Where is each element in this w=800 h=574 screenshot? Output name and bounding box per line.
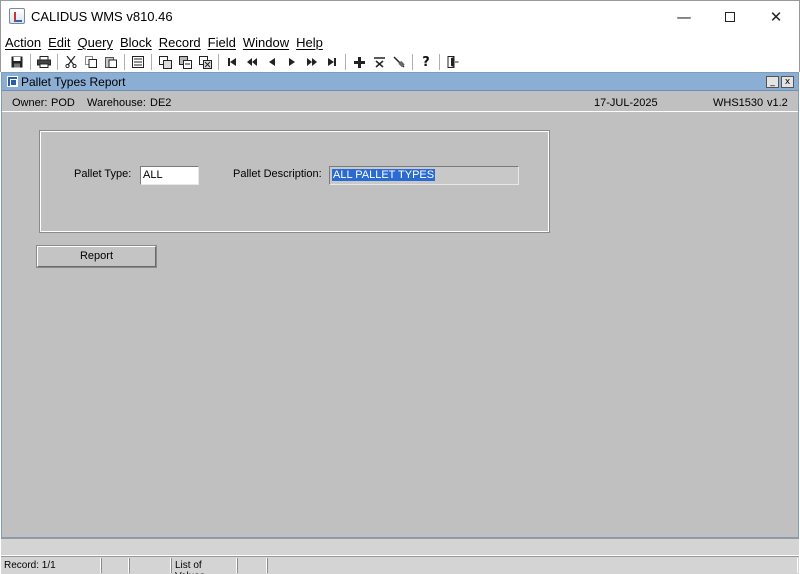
help-icon: ?: [422, 54, 430, 70]
scissors-icon: [65, 56, 77, 68]
toolbar: ?: [0, 52, 800, 72]
exit-button[interactable]: [443, 53, 463, 71]
paste-icon: [105, 57, 117, 68]
cut-button[interactable]: [61, 53, 81, 71]
pallet-type-input[interactable]: ALL: [140, 166, 199, 185]
menu-record[interactable]: Record: [159, 35, 201, 50]
menu-block[interactable]: Block: [120, 35, 152, 50]
execute-query-button[interactable]: [175, 53, 195, 71]
last-record-button[interactable]: [322, 53, 342, 71]
window-title-bar: CALIDUS WMS v810.46 — ✕: [0, 0, 800, 32]
status-segment: [237, 558, 267, 573]
warehouse-label: Warehouse:: [87, 97, 146, 109]
first-record-icon: [228, 58, 236, 66]
exit-door-icon: [447, 56, 459, 68]
window-title: CALIDUS WMS v810.46: [31, 9, 173, 24]
context-info-row: Owner: POD Warehouse: DE2 17-JUL-2025 WH…: [2, 92, 798, 112]
toolbar-separator: [439, 54, 440, 70]
toolbar-separator: [124, 54, 125, 70]
list-icon: [132, 56, 144, 68]
record-counter: Record: 1/1: [1, 558, 101, 573]
cancel-query-button[interactable]: [195, 53, 215, 71]
toolbar-separator: [30, 54, 31, 70]
save-button[interactable]: [7, 53, 27, 71]
last-record-icon: [328, 58, 336, 66]
next-record-icon: [289, 58, 295, 66]
previous-record-button[interactable]: [262, 53, 282, 71]
fast-forward-icon: [307, 58, 317, 66]
plus-icon: [353, 56, 365, 68]
menu-help[interactable]: Help: [296, 35, 323, 50]
module-version: v1.2: [767, 97, 788, 109]
warehouse-value: DE2: [150, 97, 172, 109]
menu-query[interactable]: Query: [78, 35, 113, 50]
toolbar-separator: [218, 54, 219, 70]
eraser-icon: [392, 56, 405, 68]
app-icon: [9, 8, 25, 24]
status-bar: Record: 1/1 List of Values: [1, 556, 799, 574]
enter-query-icon: [158, 55, 172, 69]
save-icon: [11, 56, 23, 68]
pallet-description-label: Pallet Description:: [233, 168, 322, 180]
menu-field[interactable]: Field: [208, 35, 236, 50]
toolbar-separator: [412, 54, 413, 70]
minimize-icon: —: [676, 8, 692, 26]
list-button[interactable]: [128, 53, 148, 71]
status-segment: [267, 558, 798, 573]
help-button[interactable]: ?: [416, 53, 436, 71]
print-button[interactable]: [34, 53, 54, 71]
printer-icon: [37, 56, 51, 68]
copy-button[interactable]: [81, 53, 101, 71]
paste-button[interactable]: [101, 53, 121, 71]
pallet-description-field[interactable]: ALL PALLET TYPES: [329, 166, 519, 185]
module-code: WHS1530: [713, 97, 764, 109]
first-record-button[interactable]: [222, 53, 242, 71]
next-record-button[interactable]: [282, 53, 302, 71]
menu-edit[interactable]: Edit: [48, 35, 70, 50]
report-button[interactable]: Report: [36, 245, 157, 268]
menu-action[interactable]: Action: [5, 35, 41, 50]
toolbar-separator: [57, 54, 58, 70]
minimize-button[interactable]: —: [661, 1, 707, 33]
maximize-button[interactable]: [707, 1, 753, 33]
form-title-bar: Pallet Types Report _ x: [2, 73, 798, 91]
menu-bar: Action Edit Query Block Record Field Win…: [0, 32, 800, 52]
previous-set-button[interactable]: [242, 53, 262, 71]
list-of-values-indicator: List of Values: [171, 558, 237, 574]
form-minimize-button[interactable]: _: [766, 76, 779, 88]
next-set-button[interactable]: [302, 53, 322, 71]
clear-record-button[interactable]: [389, 53, 409, 71]
message-line: [1, 538, 799, 556]
form-title: Pallet Types Report: [21, 75, 126, 89]
insert-record-button[interactable]: [349, 53, 369, 71]
rewind-icon: [247, 58, 257, 66]
previous-record-icon: [269, 58, 275, 66]
close-icon: ✕: [769, 8, 783, 26]
delete-record-button[interactable]: [369, 53, 389, 71]
enter-query-button[interactable]: [155, 53, 175, 71]
current-date: 17-JUL-2025: [594, 97, 658, 109]
execute-query-icon: [178, 55, 192, 69]
copy-icon: [85, 56, 97, 68]
toolbar-separator: [345, 54, 346, 70]
status-segment: [129, 558, 171, 573]
pallet-type-label: Pallet Type:: [74, 168, 132, 180]
form-close-button[interactable]: x: [781, 76, 794, 88]
cancel-query-icon: [198, 55, 212, 69]
toolbar-separator: [151, 54, 152, 70]
delete-record-icon: [373, 56, 385, 68]
owner-label: Owner:: [12, 97, 48, 109]
status-segment: [101, 558, 129, 573]
maximize-icon: [725, 12, 735, 22]
close-button[interactable]: ✕: [753, 1, 799, 33]
pallet-description-value: ALL PALLET TYPES: [332, 169, 436, 181]
menu-window[interactable]: Window: [243, 35, 289, 50]
form-icon: [7, 76, 18, 87]
owner-value: POD: [51, 97, 75, 109]
